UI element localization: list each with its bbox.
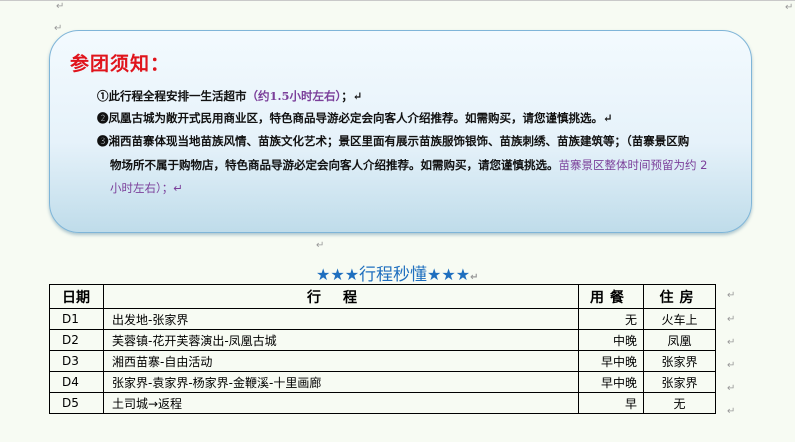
- route-cell: 出发地-张家界: [103, 308, 579, 330]
- meal-cell: 中晚: [578, 329, 644, 351]
- notice-item-2: ❷凤凰古城为敞开式民用商业区，特色商品导游必定会向客人介绍推荐。如需购买，请您谨…: [97, 111, 613, 125]
- itinerary-table: 日期 行程 用餐 住房 D1 出发地-张家界 无 火车上 D2 芙蓉镇-花开芙蓉…: [49, 284, 716, 414]
- table-row: D2 芙蓉镇-花开芙蓉演出-凤凰古城 中晚 凤凰: [49, 329, 716, 351]
- day-cell: D5: [49, 392, 104, 414]
- day-cell: D2: [49, 329, 104, 351]
- page-top-edge: [0, 0, 795, 1]
- paragraph-mark: ↵: [54, 23, 63, 34]
- paragraph-mark: ↵: [727, 406, 736, 417]
- paragraph-mark: ↵: [727, 337, 736, 348]
- header-stay: 住房: [643, 284, 716, 309]
- route-cell: 芙蓉镇-花开芙蓉演出-凤凰古城: [103, 329, 579, 351]
- stay-cell: 凤凰: [643, 329, 716, 351]
- paragraph-mark: ↵: [727, 383, 736, 394]
- paragraph-mark: ↵: [56, 1, 65, 12]
- itinerary-title-text: 行程秒懂: [359, 265, 428, 285]
- meal-cell: 早中晚: [578, 350, 644, 372]
- notice-item-1-text: ①此行程全程安排一生活超市: [97, 89, 247, 103]
- route-cell: 湘西苗寨-自由活动: [103, 350, 579, 372]
- day-cell: D1: [49, 308, 104, 330]
- notice-title: 参团须知：: [70, 53, 171, 75]
- notice-item-3-line-1: ❸湘西苗寨体现当地苗族风情、苗族文化艺术；景区里面有展示苗族服饰银饰、苗族刺绣、…: [97, 134, 690, 148]
- star-icon-group: ★★★: [427, 265, 471, 284]
- meal-cell: 早: [578, 392, 644, 414]
- paragraph-mark: ↵: [785, 2, 794, 13]
- paragraph-mark: ↵: [470, 272, 479, 283]
- notice-item-1: ①此行程全程安排一生活超市（约1.5小时左右）；↵: [97, 88, 362, 104]
- star-icon-group: ★★★: [316, 265, 360, 284]
- header-meal: 用餐: [578, 284, 644, 309]
- notice-item-1-end: ；↵: [341, 89, 363, 103]
- day-cell: D3: [49, 350, 104, 372]
- route-cell: 张家界-袁家界-杨家界-金鞭溪-十里画廊: [103, 371, 579, 393]
- stay-cell: 火车上: [643, 308, 716, 330]
- notice-box: 参团须知： ①此行程全程安排一生活超市（约1.5小时左右）；↵ ❷凤凰古城为敞开…: [49, 30, 752, 233]
- paragraph-mark: ↵: [727, 360, 736, 371]
- table-row: D4 张家界-袁家界-杨家界-金鞭溪-十里画廊 早中晚 张家界: [49, 371, 716, 393]
- header-route: 行程: [103, 284, 579, 309]
- notice-item-3-line-3: 小时左右）；↵: [110, 181, 183, 195]
- meal-cell: 早中晚: [578, 371, 644, 393]
- table-row: D1 出发地-张家界 无 火车上: [49, 308, 716, 330]
- day-cell: D4: [49, 371, 104, 393]
- paragraph-mark: ↵: [316, 240, 325, 251]
- stay-cell: 张家界: [643, 350, 716, 372]
- route-cell: 土司城→返程: [103, 392, 579, 414]
- stay-cell: 无: [643, 392, 716, 414]
- notice-item-3-line-2: 物场所不属于购物店，特色商品导游必定会向客人介绍推荐。如需购买，请您谨慎挑选。苗…: [110, 157, 707, 173]
- header-day: 日期: [49, 284, 104, 309]
- notice-item-3-line-2-text: 物场所不属于购物店，特色商品导游必定会向客人介绍推荐。如需购买，请您谨慎挑选。: [110, 158, 559, 172]
- paragraph-mark: ↵: [727, 314, 736, 325]
- stay-cell: 张家界: [643, 371, 716, 393]
- table-row: D5 土司城→返程 早 无: [49, 392, 716, 414]
- table-row: D3 湘西苗寨-自由活动 早中晚 张家界: [49, 350, 716, 372]
- itinerary-title: ★★★行程秒懂★★★↵: [316, 260, 478, 285]
- meal-cell: 无: [578, 308, 644, 330]
- table-header-row: 日期 行程 用餐 住房: [49, 284, 716, 309]
- notice-item-1-note: （约1.5小时左右）: [246, 89, 342, 103]
- notice-item-3-time-note: 苗寨景区整体时间预留为约 2: [558, 158, 708, 172]
- paragraph-mark: ↵: [727, 290, 736, 301]
